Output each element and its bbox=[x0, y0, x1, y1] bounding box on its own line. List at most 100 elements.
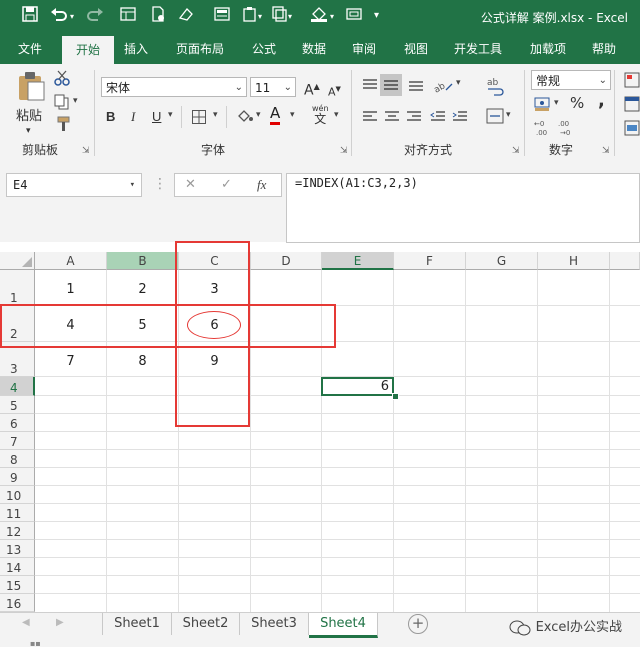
copy-dropdown-icon[interactable]: ▾ bbox=[73, 96, 78, 106]
font-color-button[interactable]: A bbox=[270, 104, 281, 125]
undo-dropdown-icon[interactable]: ▾ bbox=[70, 12, 74, 21]
window-icon[interactable] bbox=[346, 6, 362, 26]
tab-help[interactable]: 帮助 bbox=[592, 40, 616, 57]
align-left-icon[interactable] bbox=[362, 110, 378, 127]
row-header-14[interactable]: 14 bbox=[0, 558, 35, 576]
row-header-5[interactable]: 5 bbox=[0, 396, 35, 414]
tab-data[interactable]: 数据 bbox=[302, 40, 326, 57]
column-header-e[interactable]: E bbox=[322, 252, 394, 270]
font-size-select[interactable]: 11 ⌄ bbox=[250, 77, 296, 97]
percent-button[interactable]: % bbox=[570, 94, 584, 112]
row-header-11[interactable]: 11 bbox=[0, 504, 35, 522]
row-header-8[interactable]: 8 bbox=[0, 450, 35, 468]
row-header-12[interactable]: 12 bbox=[0, 522, 35, 540]
merge-center-icon[interactable] bbox=[486, 108, 504, 127]
insert-function-icon[interactable]: fx bbox=[257, 177, 266, 193]
copy-dropdown-icon[interactable]: ▾ bbox=[288, 12, 292, 21]
sheet-tab-sheet1[interactable]: Sheet1 bbox=[103, 613, 172, 635]
sheet-tab-sheet2[interactable]: Sheet2 bbox=[172, 613, 240, 635]
cut-icon[interactable] bbox=[54, 70, 70, 89]
format-table-icon[interactable] bbox=[624, 96, 640, 115]
column-header-d[interactable]: D bbox=[251, 252, 322, 270]
calculator-icon[interactable] bbox=[214, 6, 230, 26]
undo-icon[interactable] bbox=[50, 6, 68, 26]
cell-a1[interactable]: 1 bbox=[35, 282, 106, 297]
new-icon[interactable] bbox=[150, 6, 166, 26]
tab-developer[interactable]: 开发工具 bbox=[454, 40, 502, 57]
align-center-icon[interactable] bbox=[384, 110, 400, 127]
underline-dropdown-icon[interactable]: ▾ bbox=[168, 110, 173, 120]
fill-color-dropdown-icon[interactable]: ▾ bbox=[256, 110, 261, 120]
tab-formulas[interactable]: 公式 bbox=[252, 40, 276, 57]
shrink-font-button[interactable]: A▼ bbox=[328, 80, 341, 102]
number-format-select[interactable]: 常规 ⌄ bbox=[531, 70, 611, 90]
fill-color-icon[interactable] bbox=[236, 108, 254, 129]
tab-file[interactable]: 文件 bbox=[18, 40, 42, 57]
column-header-b[interactable]: B bbox=[107, 252, 179, 270]
format-painter-icon[interactable] bbox=[54, 116, 70, 135]
align-middle-button[interactable] bbox=[380, 74, 402, 96]
italic-button[interactable]: I bbox=[131, 108, 135, 126]
row-header-6[interactable]: 6 bbox=[0, 414, 35, 432]
clear-icon[interactable] bbox=[178, 6, 194, 26]
clipboard-launcher-icon[interactable]: ⇲ bbox=[82, 146, 90, 156]
column-header-a[interactable]: A bbox=[35, 252, 107, 270]
add-sheet-icon[interactable]: + bbox=[408, 614, 428, 634]
sheet-tab-sheet4[interactable]: Sheet4 bbox=[309, 613, 378, 638]
orientation-dropdown-icon[interactable]: ▾ bbox=[456, 78, 461, 88]
row-header-9[interactable]: 9 bbox=[0, 468, 35, 486]
enter-icon[interactable]: ✓ bbox=[221, 177, 232, 192]
form-icon[interactable] bbox=[120, 6, 136, 26]
row-header-7[interactable]: 7 bbox=[0, 432, 35, 450]
scroll-right-icon[interactable]: ▶ bbox=[56, 617, 64, 628]
alignment-launcher-icon[interactable]: ⇲ bbox=[512, 146, 520, 156]
font-color-dropdown-icon[interactable]: ▾ bbox=[290, 110, 295, 120]
tab-review[interactable]: 审阅 bbox=[352, 40, 376, 57]
name-box[interactable]: E4 ▾ bbox=[6, 173, 142, 197]
underline-button[interactable]: U bbox=[152, 108, 161, 126]
row-header-15[interactable]: 15 bbox=[0, 576, 35, 594]
cell-b3[interactable]: 8 bbox=[107, 354, 178, 369]
cell-styles-icon[interactable] bbox=[624, 120, 640, 139]
increase-indent-icon[interactable] bbox=[452, 110, 468, 127]
cell-a3[interactable]: 7 bbox=[35, 354, 106, 369]
orientation-icon[interactable]: ab bbox=[432, 76, 454, 97]
column-header-f[interactable]: F bbox=[394, 252, 466, 270]
fill-handle[interactable] bbox=[392, 393, 399, 400]
font-name-select[interactable]: 宋体 ⌄ bbox=[101, 77, 247, 97]
formula-input[interactable]: =INDEX(A1:C3,2,3) bbox=[286, 173, 640, 243]
decrease-indent-icon[interactable] bbox=[430, 110, 446, 127]
phonetic-button[interactable]: wén 文 bbox=[312, 104, 329, 126]
phonetic-dropdown-icon[interactable]: ▾ bbox=[334, 110, 339, 120]
row-header-1[interactable]: 1 bbox=[0, 270, 35, 306]
row-header-13[interactable]: 13 bbox=[0, 540, 35, 558]
accounting-dropdown-icon[interactable]: ▾ bbox=[554, 98, 559, 108]
save-icon[interactable] bbox=[22, 6, 38, 26]
column-header-h[interactable]: H bbox=[538, 252, 610, 270]
align-top-icon[interactable] bbox=[362, 78, 378, 95]
select-all-corner[interactable] bbox=[0, 252, 35, 270]
tab-insert[interactable]: 插入 bbox=[124, 40, 148, 57]
column-header-i[interactable] bbox=[610, 252, 640, 270]
align-bottom-icon[interactable] bbox=[408, 78, 424, 95]
row-header-4[interactable]: 4 bbox=[0, 377, 35, 396]
fill-icon[interactable] bbox=[310, 6, 328, 26]
active-cell-e4[interactable]: 6 bbox=[321, 377, 394, 396]
cell-b1[interactable]: 2 bbox=[107, 282, 178, 297]
borders-icon[interactable] bbox=[192, 110, 206, 127]
row-header-10[interactable]: 10 bbox=[0, 486, 35, 504]
sheet-tab-sheet3[interactable]: Sheet3 bbox=[240, 613, 309, 635]
decrease-decimal-icon[interactable]: .00 →0 bbox=[558, 118, 578, 139]
borders-dropdown-icon[interactable]: ▾ bbox=[213, 110, 218, 120]
number-launcher-icon[interactable]: ⇲ bbox=[602, 146, 610, 156]
merge-dropdown-icon[interactable]: ▾ bbox=[506, 110, 511, 120]
paste-dropdown-icon[interactable]: ▾ bbox=[258, 12, 262, 21]
row-header-16[interactable]: 16 bbox=[0, 594, 35, 612]
tab-addins[interactable]: 加载项 bbox=[530, 40, 566, 57]
font-launcher-icon[interactable]: ⇲ bbox=[340, 146, 348, 156]
paste-icon[interactable] bbox=[242, 6, 258, 26]
cancel-icon[interactable]: ✕ bbox=[185, 177, 196, 192]
accounting-icon[interactable] bbox=[534, 96, 552, 115]
fill-dropdown-icon[interactable]: ▾ bbox=[330, 12, 334, 21]
bold-button[interactable]: B bbox=[106, 108, 115, 126]
